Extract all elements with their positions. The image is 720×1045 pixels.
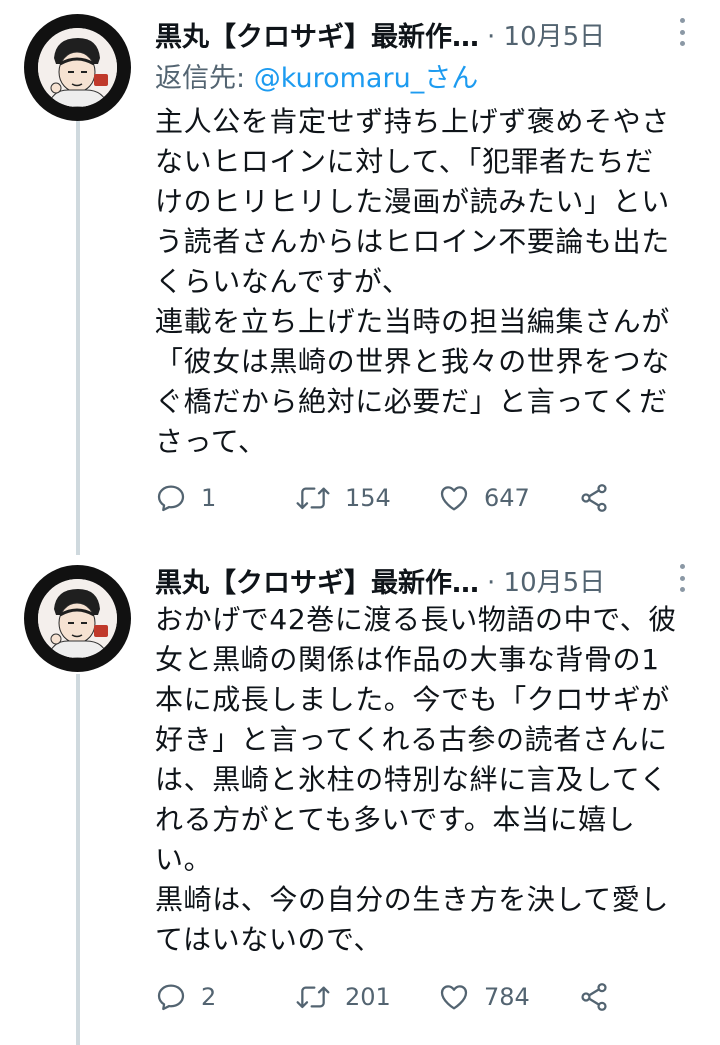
like-count: 784 — [484, 983, 530, 1011]
share-button[interactable] — [578, 977, 610, 1017]
tweet-text-line: おかげで42巻に渡る長い物語の中で、彼 — [155, 603, 677, 636]
tweet-text-line: 本に成長しました。今でも「クロサギが — [155, 683, 670, 716]
tweet-header: 黒丸【クロサギ】最新作… · 10月5日 — [155, 560, 605, 600]
retweet-count: 201 — [345, 983, 391, 1011]
tweet[interactable]: 黒丸【クロサギ】最新作… · 10月5日 おかげで42巻に渡る長い物語の中で、彼… — [0, 0, 720, 1045]
retweet-button[interactable]: 201 — [295, 977, 391, 1017]
retweet-icon — [296, 986, 330, 1009]
avatar[interactable] — [24, 565, 131, 672]
more-icon[interactable] — [676, 564, 688, 592]
share-icon — [581, 983, 607, 1011]
like-icon — [440, 985, 468, 1010]
avatar-illustration — [38, 579, 117, 658]
tweet-text-line: 好き」と言ってくれる古参の読者さんに — [155, 723, 668, 756]
reply-icon — [157, 984, 185, 1011]
thread-line — [76, 674, 80, 1045]
tweet-text-line: は、黒崎と氷柱の特別な絆に言及してく — [155, 763, 669, 796]
tweet-text-line: 女と黒崎の関係は作品の大事な背骨の1 — [155, 643, 660, 676]
author-name[interactable]: 黒丸【クロサギ】最新作… — [155, 561, 479, 600]
tweet-text: おかげで42巻に渡る長い物語の中で、彼 女と黒崎の関係は作品の大事な背骨の1 本… — [155, 600, 703, 960]
tweet-actions: 2 201 784 — [155, 977, 625, 1017]
reply-button[interactable]: 2 — [155, 977, 216, 1017]
tweet-text-line: れる方がとても多いです。本当に嬉し — [155, 803, 636, 836]
tweet-text-line: 黒崎は、今の自分の生き方を決して愛し — [155, 883, 669, 916]
tweet-text-line: てはいないので、 — [155, 923, 383, 956]
tweet-date[interactable]: · 10月5日 — [487, 562, 605, 599]
tweet-text-line: い。 — [155, 843, 213, 876]
reply-count: 2 — [201, 983, 217, 1011]
like-button[interactable]: 784 — [438, 977, 530, 1017]
